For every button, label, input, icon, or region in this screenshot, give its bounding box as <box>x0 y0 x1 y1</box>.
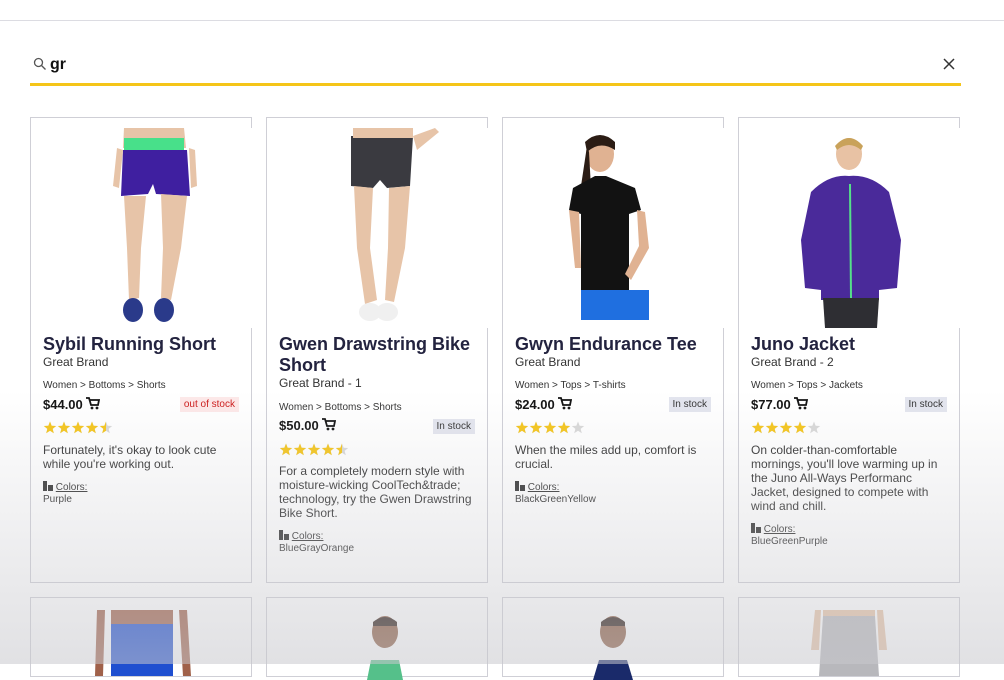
product-image[interactable] <box>267 128 489 328</box>
star-filled-icon <box>529 421 543 434</box>
product-image[interactable] <box>503 128 725 328</box>
product-brand: Great Brand <box>43 355 109 369</box>
product-price: $50.00 <box>279 418 319 433</box>
star-filled-icon <box>779 421 793 434</box>
star-icon <box>571 421 585 434</box>
rating-stars <box>751 421 821 434</box>
product-price: $44.00 <box>43 397 83 412</box>
cart-icon[interactable] <box>321 418 336 431</box>
top-divider <box>0 20 1004 21</box>
product-card[interactable] <box>266 597 488 680</box>
cart-icon[interactable] <box>793 397 808 410</box>
product-image[interactable] <box>739 128 961 328</box>
product-brand: Great Brand <box>515 355 581 369</box>
product-card[interactable] <box>738 597 960 677</box>
product-description: For a completely modern style with moist… <box>279 464 472 520</box>
stock-badge: In stock <box>432 419 475 434</box>
rating-stars <box>515 421 585 434</box>
product-image[interactable] <box>31 128 253 328</box>
star-filled-icon <box>293 443 307 456</box>
star-filled-icon <box>557 421 571 434</box>
product-price-row: $50.00 <box>279 417 336 435</box>
product-price-row: $44.00 <box>43 396 100 414</box>
stock-badge: out of stock <box>179 397 239 412</box>
star-filled-icon <box>57 421 71 434</box>
product-card[interactable]: Gwyn Endurance Tee Great Brand Women > T… <box>502 117 725 583</box>
search-input[interactable] <box>50 55 910 75</box>
product-colors: Colors: BlueGrayOrange <box>279 530 354 554</box>
star-filled-icon <box>43 421 57 434</box>
cart-icon[interactable] <box>557 397 572 410</box>
colors-link[interactable]: Colors: <box>528 482 560 493</box>
stock-badge: In stock <box>668 397 711 412</box>
product-title[interactable]: Gwen Drawstring Bike Short <box>279 334 479 376</box>
star-filled-icon <box>515 421 529 434</box>
product-colors: Colors: Purple <box>43 481 87 505</box>
colors-value: BlueGreenPurple <box>751 536 828 547</box>
palette-icon <box>43 481 53 491</box>
product-title[interactable]: Sybil Running Short <box>43 334 243 355</box>
product-title[interactable]: Gwyn Endurance Tee <box>515 334 715 355</box>
colors-value: BlueGrayOrange <box>279 543 355 554</box>
product-breadcrumb: Women > Bottoms > Shorts <box>279 402 402 413</box>
product-breadcrumb: Women > Tops > Jackets <box>751 380 863 391</box>
product-breadcrumb: Women > Tops > T-shirts <box>515 380 626 391</box>
colors-value: BlackGreenYellow <box>515 494 596 505</box>
star-filled-icon <box>543 421 557 434</box>
palette-icon <box>515 481 525 491</box>
rating-stars <box>43 421 113 434</box>
product-image[interactable] <box>31 610 251 676</box>
product-breadcrumb: Women > Bottoms > Shorts <box>43 380 166 391</box>
palette-icon <box>279 530 289 540</box>
product-card[interactable] <box>30 597 252 677</box>
search-bar <box>30 53 961 86</box>
close-icon[interactable] <box>941 56 957 72</box>
star-filled-icon <box>793 421 807 434</box>
star-filled-icon <box>765 421 779 434</box>
product-card[interactable]: Sybil Running Short Great Brand Women > … <box>30 117 253 583</box>
palette-icon <box>751 523 761 533</box>
product-image[interactable] <box>739 610 959 676</box>
star-filled-icon <box>71 421 85 434</box>
cart-icon[interactable] <box>85 397 100 410</box>
colors-link[interactable]: Colors: <box>56 482 88 493</box>
search-icon <box>33 57 46 70</box>
product-image[interactable] <box>267 614 487 680</box>
product-colors: Colors: BlueGreenPurple <box>751 523 828 547</box>
product-brand: Great Brand - 1 <box>279 376 362 390</box>
product-description: Fortunately, it's okay to look cute whil… <box>43 443 217 471</box>
product-price: $77.00 <box>751 397 791 412</box>
product-description: On colder-than-comfortable mornings, you… <box>751 443 938 513</box>
product-colors: Colors: BlackGreenYellow <box>515 481 596 505</box>
stock-badge: In stock <box>904 397 947 412</box>
product-price-row: $77.00 <box>751 396 808 414</box>
product-card[interactable]: Juno Jacket Great Brand - 2 Women > Tops… <box>738 117 961 583</box>
star-filled-icon <box>279 443 293 456</box>
product-title[interactable]: Juno Jacket <box>751 334 951 355</box>
product-brand: Great Brand - 2 <box>751 355 834 369</box>
colors-link[interactable]: Colors: <box>764 524 796 535</box>
star-filled-icon <box>85 421 99 434</box>
product-card[interactable] <box>502 597 724 680</box>
product-price-row: $24.00 <box>515 396 572 414</box>
star-icon <box>807 421 821 434</box>
product-description: When the miles add up, comfort is crucia… <box>515 443 697 471</box>
star-filled-icon <box>321 443 335 456</box>
colors-value: Purple <box>43 494 72 505</box>
product-image[interactable] <box>503 614 723 680</box>
rating-stars <box>279 443 349 456</box>
product-card[interactable]: Gwen Drawstring Bike Short Great Brand -… <box>266 117 489 583</box>
product-price: $24.00 <box>515 397 555 412</box>
star-filled-icon <box>307 443 321 456</box>
colors-link[interactable]: Colors: <box>292 531 324 542</box>
star-filled-icon <box>751 421 765 434</box>
